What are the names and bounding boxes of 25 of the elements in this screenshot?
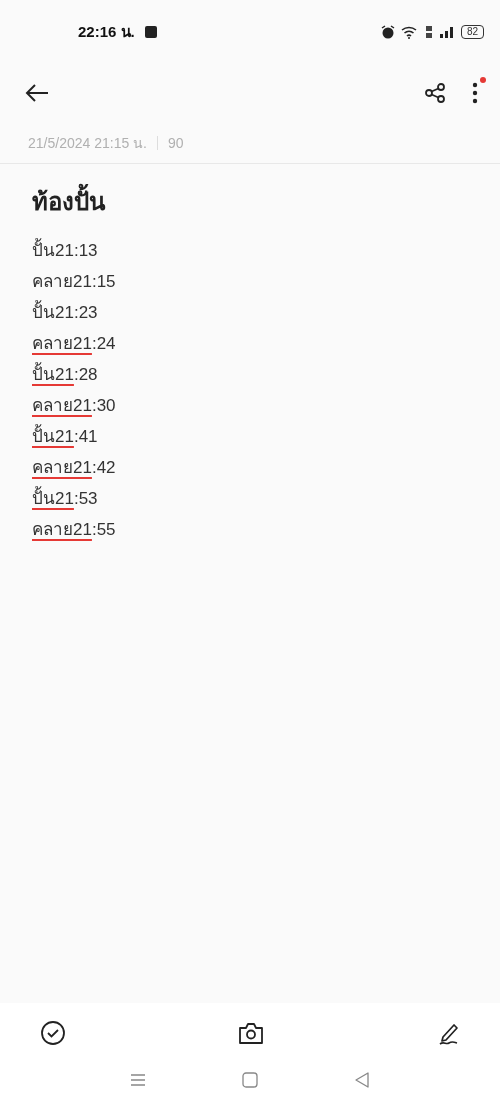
status-time: 22:16 น. <box>78 22 135 42</box>
battery-indicator: 82 <box>460 25 484 39</box>
note-line: คลาย21:30 <box>32 395 117 417</box>
back-button[interactable] <box>24 82 50 104</box>
modified-date: 21/5/2024 21:15 น. <box>28 134 147 153</box>
home-button[interactable] <box>242 1072 258 1088</box>
note-line: ปั้น21:41 <box>32 421 468 452</box>
note-line: ปั้น21:28 <box>32 359 468 390</box>
nav-back-button[interactable] <box>354 1072 370 1088</box>
camera-button[interactable] <box>238 1021 264 1045</box>
note-line: ปั้น21:23 <box>32 297 468 328</box>
share-button[interactable] <box>424 82 446 104</box>
note-line: คลาย21:55 <box>32 519 117 541</box>
signal-icon <box>438 26 455 38</box>
wifi-icon <box>400 25 419 39</box>
alarm-icon <box>380 25 395 39</box>
note-line: คลาย21:42 <box>32 457 117 479</box>
note-line: ปั้น21:53 <box>32 483 468 514</box>
note-line: ปั้น21:13 <box>32 235 468 266</box>
character-count: 90 <box>168 135 184 151</box>
note-line: คลาย21:15 <box>32 271 117 293</box>
checklist-button[interactable] <box>40 1020 66 1046</box>
note-line: คลาย21:24 <box>32 333 117 355</box>
app-notification-icon <box>143 25 158 39</box>
note-title: ท้องปั้น <box>32 182 468 221</box>
